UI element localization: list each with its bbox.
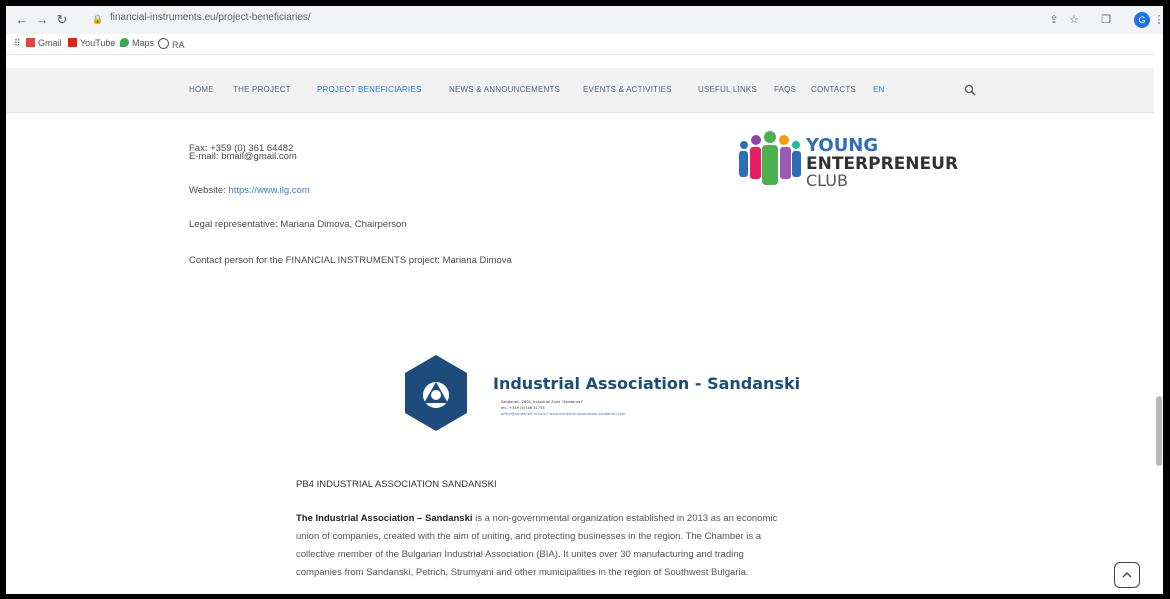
legal-rep-line: Legal representative: Mariana Dimova, Ch… [189,219,407,230]
apps-icon[interactable]: ⠿ [14,38,21,49]
logo-word-young: YOUNG [805,135,878,156]
star-icon[interactable]: ☆ [1066,12,1082,28]
bookmark-youtube[interactable]: YouTube [68,38,115,48]
contact-person-line: Contact person for the FINANCIAL INSTRUM… [189,255,512,266]
website-link[interactable]: https://www.ilg.com [228,185,309,196]
org-name-bold: The Industrial Association – Sandanski [296,513,473,524]
address-bar[interactable]: 🔒 financial-instruments.eu/project-benef… [82,10,1002,30]
nav-contacts[interactable]: CONTACTS [811,85,856,94]
email-line: E-mail: bmail@gmail.com [189,151,297,162]
browser-window: ← → ↻ 🔒 financial-instruments.eu/project… [6,6,1163,594]
back-to-top-button[interactable] [1114,562,1140,588]
maps-icon [120,38,129,47]
nav-project-beneficiaries[interactable]: PROJECT BENEFICIARIES [317,85,422,94]
bookmarks-bar: ⠿ Gmail YouTube Maps RA [6,34,1163,55]
search-icon[interactable] [964,84,976,96]
org-para-line-4: companies from Sandanski, Petrich, Strum… [296,567,749,578]
org-heading: PB4 INDUSTRIAL ASSOCIATION SANDANSKI [296,479,497,490]
ia-logo-name: Industrial Association - Sandanski [493,374,800,393]
nav-the-project[interactable]: THE PROJECT [233,85,291,94]
org-para-line-2: union of companies, created with the aim… [296,531,762,542]
email-link[interactable]: bmail@gmail.com [221,151,297,162]
bookmark-gmail[interactable]: Gmail [26,38,62,48]
extensions-icon[interactable]: ❒ [1098,12,1114,28]
nav-faqs[interactable]: FAQS [774,85,796,94]
chevron-up-icon [1122,572,1132,578]
nav-useful-links[interactable]: USEFUL LINKS [698,85,757,94]
browser-toolbar: ← → ↻ 🔒 financial-instruments.eu/project… [6,6,1163,34]
org-para-line-1: The Industrial Association – Sandanski i… [296,510,896,528]
nav-language[interactable]: EN [873,85,885,94]
youtube-icon [68,38,77,47]
menu-kebab-icon[interactable]: ⋮ [1151,12,1164,28]
logo-word-club: CLUB [806,171,848,189]
scrollbar-track[interactable] [1154,54,1163,594]
site-navigation: HOME THE PROJECT PROJECT BENEFICIARIES N… [6,68,1163,113]
back-icon[interactable]: ← [14,12,30,28]
share-icon[interactable]: ⇪ [1046,12,1062,28]
url-text: financial-instruments.eu/project-benefic… [110,12,311,23]
ia-logo-email: office@sandanski-ia.com / www.industrial… [501,412,626,416]
bookmark-maps[interactable]: Maps [120,38,154,48]
lock-icon: 🔒 [92,14,104,24]
org-para-line-3: collective member of the Bulgarian Indus… [296,549,744,560]
reload-icon[interactable]: ↻ [54,12,70,28]
people-icon [739,131,801,185]
bookmark-ra[interactable]: RA [158,38,185,50]
nav-events-activities[interactable]: EVENTS & ACTIVITIES [583,85,672,94]
profile-avatar[interactable]: G [1134,12,1150,28]
ia-logo-address: Sandanski, 2800, Industrial Zone "Sandan… [501,400,584,404]
website-line: Website: https://www.ilg.com [189,185,310,196]
scrollbar-thumb[interactable] [1156,396,1162,466]
nav-news-announcements[interactable]: NEWS & ANNOUNCEMENTS [449,85,560,94]
forward-icon[interactable]: → [34,12,50,28]
young-enterpreneur-club-logo: YOUNG ENTERPRENEUR CLUB [739,131,958,189]
nav-home[interactable]: HOME [189,85,214,94]
ia-hexagon-icon [405,355,467,431]
industrial-association-logo: Industrial Association - Sandanski Sanda… [405,355,800,431]
globe-icon [158,38,169,49]
gmail-icon [26,38,35,47]
org-text-1: is a non-governmental organization estab… [472,513,778,524]
org-description: The Industrial Association – Sandanski i… [296,510,896,582]
ia-logo-phone: tel.: +359 (0)746 31735 [501,406,545,410]
